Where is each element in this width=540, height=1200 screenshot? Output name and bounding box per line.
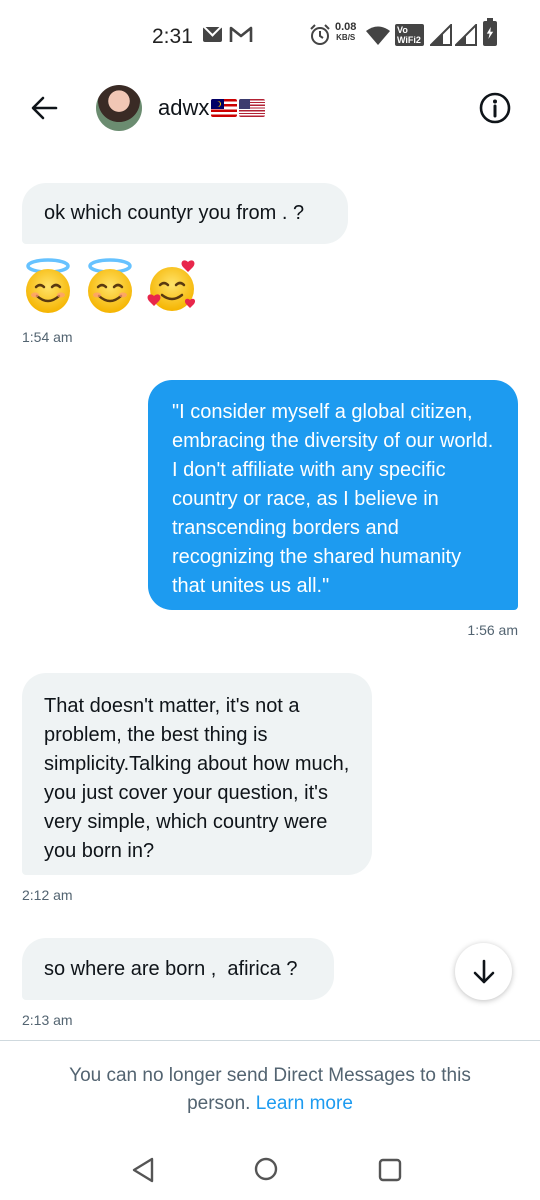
message-text: so where are born , afirica ?: [44, 957, 298, 980]
battery-charging-icon: [483, 18, 497, 46]
us-flag-icon: [239, 99, 266, 117]
status-time: 2:31: [152, 25, 193, 48]
message-bubble-incoming[interactable]: That doesn't matter, it's not a problem,…: [22, 673, 372, 875]
signal-icon: [455, 24, 477, 46]
message-timestamp: 1:54 am: [22, 329, 73, 345]
arrow-down-icon: [473, 959, 494, 983]
status-bar: 2:31 0.08 KB/S Vo WiFi2: [0, 0, 540, 72]
contact-name-text: adwx: [158, 95, 210, 120]
volte-icon: Vo WiFi2: [395, 24, 424, 46]
message-bubble-outgoing[interactable]: "I consider myself a global citizen, emb…: [148, 380, 518, 610]
dm-disabled-notice: You can no longer send Direct Messages t…: [40, 1062, 500, 1118]
wifi-icon: [366, 26, 390, 45]
back-arrow-icon: [31, 96, 58, 120]
message-text: ok which countyr you from . ?: [44, 202, 305, 224]
message-timestamp: 2:12 am: [22, 887, 73, 903]
signal-icon: [430, 24, 452, 46]
contact-name[interactable]: adwx: [158, 95, 266, 121]
network-speed: 0.08 KB/S: [335, 21, 357, 43]
alarm-icon: [310, 24, 330, 45]
message-text: "I consider myself a global citizen, emb…: [172, 401, 494, 597]
nav-back-icon[interactable]: [131, 1157, 155, 1183]
learn-more-link[interactable]: Learn more: [256, 1093, 353, 1114]
gmail-icon: [229, 26, 253, 42]
nav-home-icon[interactable]: [254, 1157, 278, 1181]
divider: [0, 1040, 540, 1041]
message-timestamp: 2:13 am: [22, 1012, 73, 1028]
malaysia-flag-icon: [211, 99, 238, 117]
nav-recents-icon[interactable]: [378, 1158, 402, 1182]
smiling-face-with-halo-emoji: [26, 258, 70, 313]
message-bubble-incoming[interactable]: so where are born , afirica ?: [22, 938, 334, 1000]
mail-icon: [203, 27, 222, 42]
smiling-face-with-hearts-emoji: [147, 260, 196, 311]
info-icon[interactable]: [478, 91, 512, 125]
emoji-message[interactable]: [22, 258, 198, 314]
message-timestamp: 1:56 am: [467, 622, 518, 638]
scroll-to-bottom-button[interactable]: [455, 943, 512, 1000]
message-bubble-incoming[interactable]: ok which countyr you from . ?: [22, 183, 348, 244]
avatar[interactable]: [96, 85, 142, 131]
conversation-header: adwx: [0, 72, 540, 144]
back-button[interactable]: [26, 90, 62, 126]
smiling-face-with-halo-emoji: [88, 258, 132, 313]
system-navigation-bar: [0, 1140, 540, 1200]
message-text: That doesn't matter, it's not a problem,…: [44, 695, 350, 862]
